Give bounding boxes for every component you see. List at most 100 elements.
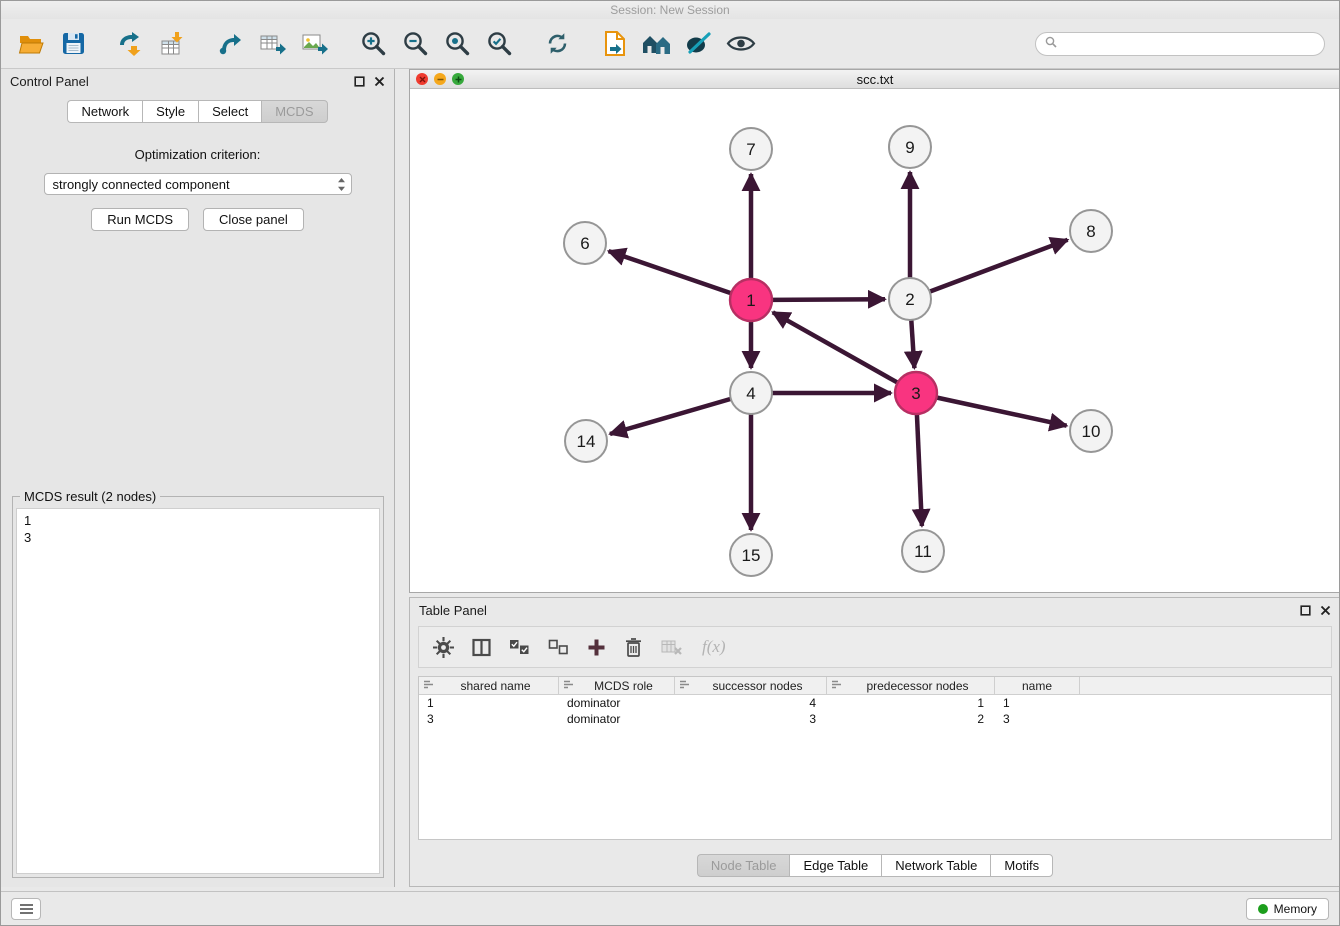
zoom-fit-icon[interactable] (441, 28, 473, 60)
column-header-mcds-role[interactable]: MCDS role (559, 677, 675, 694)
close-panel-icon[interactable] (373, 75, 385, 87)
run-mcds-button[interactable]: Run MCDS (91, 208, 189, 231)
table-header-row: shared name MCDS role successor nodesprede… (419, 677, 1331, 695)
status-bar: Memory (1, 891, 1339, 925)
select-all-icon[interactable] (509, 632, 530, 662)
column-sort-icon (679, 679, 690, 693)
zoom-group (357, 28, 515, 60)
open-session-icon[interactable] (15, 28, 47, 60)
graph-node-label: 3 (911, 384, 920, 403)
maximize-window-icon[interactable] (452, 73, 464, 85)
application-window: Session: New Session (0, 0, 1340, 926)
table-row[interactable]: 3dominator323 (419, 711, 1331, 727)
destroy-table-icon (661, 632, 684, 662)
graph-edge-2-8[interactable] (930, 240, 1068, 292)
graph-node-6[interactable]: 6 (564, 222, 606, 264)
import-table-icon[interactable] (157, 28, 189, 60)
minimize-window-icon[interactable] (434, 73, 446, 85)
graph-node-11[interactable]: 11 (902, 530, 944, 572)
graph-node-label: 7 (746, 140, 755, 159)
graph-node-2[interactable]: 2 (889, 278, 931, 320)
tab-style[interactable]: Style (142, 100, 198, 123)
close-panel-button[interactable]: Close panel (203, 208, 304, 231)
window-titlebar: Session: New Session (1, 1, 1339, 19)
result-item[interactable]: 3 (24, 529, 379, 546)
zoom-in-icon[interactable] (357, 28, 389, 60)
graph-node-7[interactable]: 7 (730, 128, 772, 170)
graph-edge-2-3[interactable] (911, 320, 914, 368)
table-toolbar: f(x) (418, 626, 1332, 668)
tab-select[interactable]: Select (198, 100, 261, 123)
close-table-panel-icon[interactable] (1319, 604, 1331, 616)
graph-node-9[interactable]: 9 (889, 126, 931, 168)
graph-edge-1-2[interactable] (772, 299, 885, 300)
memory-button[interactable]: Memory (1246, 898, 1329, 920)
export-table-icon[interactable] (257, 28, 289, 60)
column-header-label: name (999, 679, 1075, 693)
main-toolbar (1, 19, 1339, 69)
column-selector-icon[interactable] (472, 632, 491, 662)
graph-node-15[interactable]: 15 (730, 534, 772, 576)
show-details-eye-icon[interactable] (725, 28, 757, 60)
column-header-predecessor-nodes[interactable]: predecessor nodes (827, 677, 995, 694)
import-group (115, 28, 189, 60)
style-brush-icon[interactable] (683, 28, 715, 60)
graph-edge-3-11[interactable] (917, 414, 922, 526)
graph-node-8[interactable]: 8 (1070, 210, 1112, 252)
graph-node-label: 1 (746, 291, 755, 310)
tab-edge-table[interactable]: Edge Table (789, 854, 881, 877)
deselect-all-icon[interactable] (548, 632, 569, 662)
tab-network[interactable]: Network (67, 100, 142, 123)
mcds-result-list[interactable]: 13 (16, 508, 380, 874)
add-column-icon[interactable] (587, 632, 606, 662)
column-sort-icon (831, 679, 842, 693)
table-panel-title: Table Panel (419, 603, 487, 618)
table-cell: 4 (675, 695, 827, 711)
tab-network-table[interactable]: Network Table (881, 854, 990, 877)
graph-node-4[interactable]: 4 (730, 372, 772, 414)
table-settings-gear-icon[interactable] (433, 632, 454, 662)
export-image-icon[interactable] (299, 28, 331, 60)
window-title: Session: New Session (610, 3, 729, 17)
tab-node-table[interactable]: Node Table (697, 854, 790, 877)
control-panel: Control Panel NetworkStyleSelectMCDS Opt… (1, 69, 395, 887)
graph-edge-3-1[interactable] (773, 312, 898, 382)
column-header-successor-nodes[interactable]: successor nodes (675, 677, 827, 694)
graph-node-10[interactable]: 10 (1070, 410, 1112, 452)
float-table-panel-icon[interactable] (1299, 604, 1311, 616)
graph-edge-1-6[interactable] (609, 251, 732, 293)
export-network-icon[interactable] (215, 28, 247, 60)
column-header-name[interactable]: name (995, 677, 1080, 694)
graph-edge-4-14[interactable] (610, 399, 731, 434)
graph-edge-3-10[interactable] (937, 398, 1067, 426)
graph-node-1[interactable]: 1 (730, 279, 772, 321)
view-group (599, 28, 757, 60)
refresh-icon[interactable] (541, 28, 573, 60)
column-header-shared-name[interactable]: shared name (419, 677, 559, 694)
delete-column-trash-icon[interactable] (624, 632, 643, 662)
tab-mcds[interactable]: MCDS (261, 100, 327, 123)
search-input[interactable] (1062, 37, 1315, 51)
network-canvas[interactable]: 7 9 6 8 1 2 4 3 14 10 15 11 (410, 89, 1340, 592)
tab-motifs[interactable]: Motifs (990, 854, 1053, 877)
float-panel-icon[interactable] (353, 75, 365, 87)
network-overview-icon[interactable] (641, 28, 673, 60)
save-icon[interactable] (57, 28, 89, 60)
close-window-icon[interactable] (416, 73, 428, 85)
clone-network-icon[interactable] (599, 28, 631, 60)
zoom-selected-icon[interactable] (483, 28, 515, 60)
mcds-result-title: MCDS result (2 nodes) (20, 489, 160, 504)
graph-node-label: 11 (914, 542, 932, 561)
import-network-icon[interactable] (115, 28, 147, 60)
optimization-criterion-select[interactable]: strongly connected component (44, 173, 352, 195)
task-history-list-icon[interactable] (11, 898, 41, 920)
export-group (215, 28, 331, 60)
graph-node-3[interactable]: 3 (895, 372, 937, 414)
table-cell: 3 (675, 711, 827, 727)
zoom-out-icon[interactable] (399, 28, 431, 60)
mcds-result-group: MCDS result (2 nodes) 13 (12, 496, 384, 878)
table-row[interactable]: 1dominator411 (419, 695, 1331, 711)
column-header-label: MCDS role (577, 679, 670, 693)
graph-node-14[interactable]: 14 (565, 420, 607, 462)
result-item[interactable]: 1 (24, 512, 379, 529)
